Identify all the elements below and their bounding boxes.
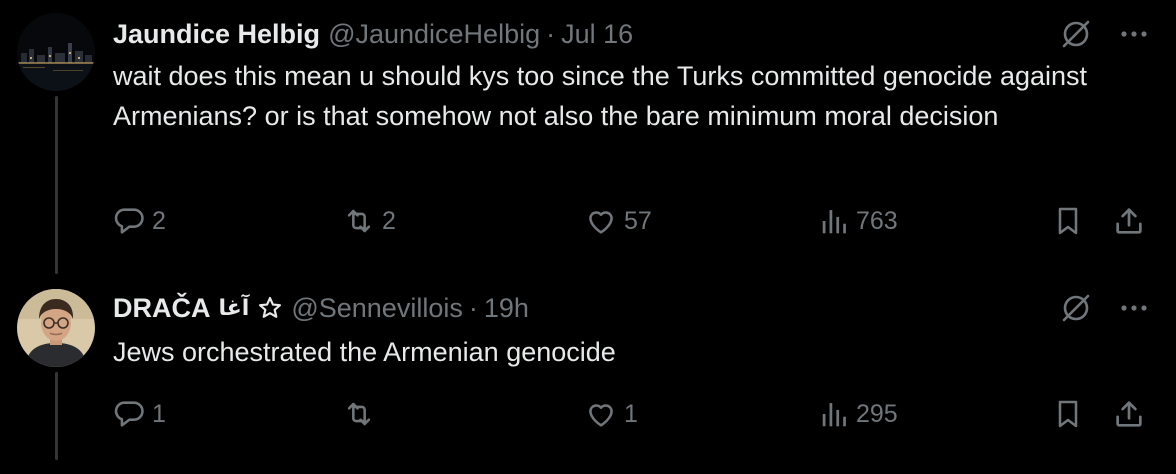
more-options-icon[interactable]	[1120, 29, 1148, 39]
tweet-text: Jews orchestrated the Armenian genocide	[113, 337, 616, 367]
bookmark-icon	[1052, 397, 1084, 431]
separator-dot: ·	[546, 18, 556, 49]
share-icon	[1112, 204, 1146, 238]
like-count: 1	[624, 399, 638, 428]
timestamp[interactable]: 19h	[484, 293, 529, 324]
views-count: 295	[856, 399, 898, 428]
star-outline-icon	[257, 295, 283, 321]
repost-button[interactable]: 2	[342, 199, 396, 243]
analytics-bars-icon	[820, 397, 850, 431]
display-name[interactable]: Jaundice Helbig	[113, 19, 320, 50]
share-icon	[1112, 397, 1146, 431]
tweet-text: wait does this mean u should kys too sin…	[113, 61, 1088, 131]
repost-count: 2	[382, 206, 396, 235]
like-count: 57	[624, 206, 652, 235]
analytics-bars-icon	[820, 204, 850, 238]
avatar[interactable]	[17, 289, 95, 367]
thread-connector-line	[55, 372, 58, 460]
grok-icon[interactable]	[1060, 18, 1092, 50]
repost-button[interactable]	[342, 392, 382, 436]
grok-icon[interactable]	[1060, 292, 1092, 324]
display-name[interactable]: DRAČA	[113, 293, 211, 324]
separator-dot: ·	[468, 292, 478, 323]
reply-icon	[112, 204, 146, 238]
bookmark-button[interactable]	[1052, 392, 1084, 436]
reply-button[interactable]: 2	[112, 199, 166, 243]
reply-button[interactable]: 1	[112, 392, 166, 436]
timestamp[interactable]: Jul 16	[561, 19, 633, 50]
tweet-top-actions	[1060, 16, 1148, 52]
thread-connector-line	[55, 96, 58, 274]
repost-icon	[342, 397, 376, 431]
heart-icon	[584, 204, 618, 238]
display-name-suffix: آغا	[218, 295, 250, 320]
tweet-top-actions	[1060, 290, 1148, 326]
views-count: 763	[856, 206, 898, 235]
views-button[interactable]: 295	[820, 392, 898, 436]
more-options-icon[interactable]	[1120, 303, 1148, 313]
user-handle[interactable]: @Sennevillois	[291, 293, 463, 324]
like-button[interactable]: 1	[584, 392, 638, 436]
reply-count: 1	[152, 399, 166, 428]
like-button[interactable]: 57	[584, 199, 652, 243]
bookmark-icon	[1052, 204, 1084, 238]
views-button[interactable]: 763	[820, 199, 898, 243]
tweet-header: Jaundice Helbig @JaundiceHelbig · Jul 16	[113, 14, 633, 54]
share-button[interactable]	[1112, 199, 1146, 243]
tweet-header: DRAČA آغا @Sennevillois · 19h	[113, 288, 529, 328]
reply-icon	[112, 397, 146, 431]
heart-icon	[584, 397, 618, 431]
share-button[interactable]	[1112, 392, 1146, 436]
user-handle[interactable]: @JaundiceHelbig	[328, 19, 540, 50]
tweet-actions: 2 2 57 763	[112, 199, 1147, 243]
tweet-actions: 1 1 295	[112, 392, 1147, 436]
bookmark-button[interactable]	[1052, 199, 1084, 243]
avatar[interactable]	[17, 13, 95, 91]
repost-icon	[342, 204, 376, 238]
reply-count: 2	[152, 206, 166, 235]
